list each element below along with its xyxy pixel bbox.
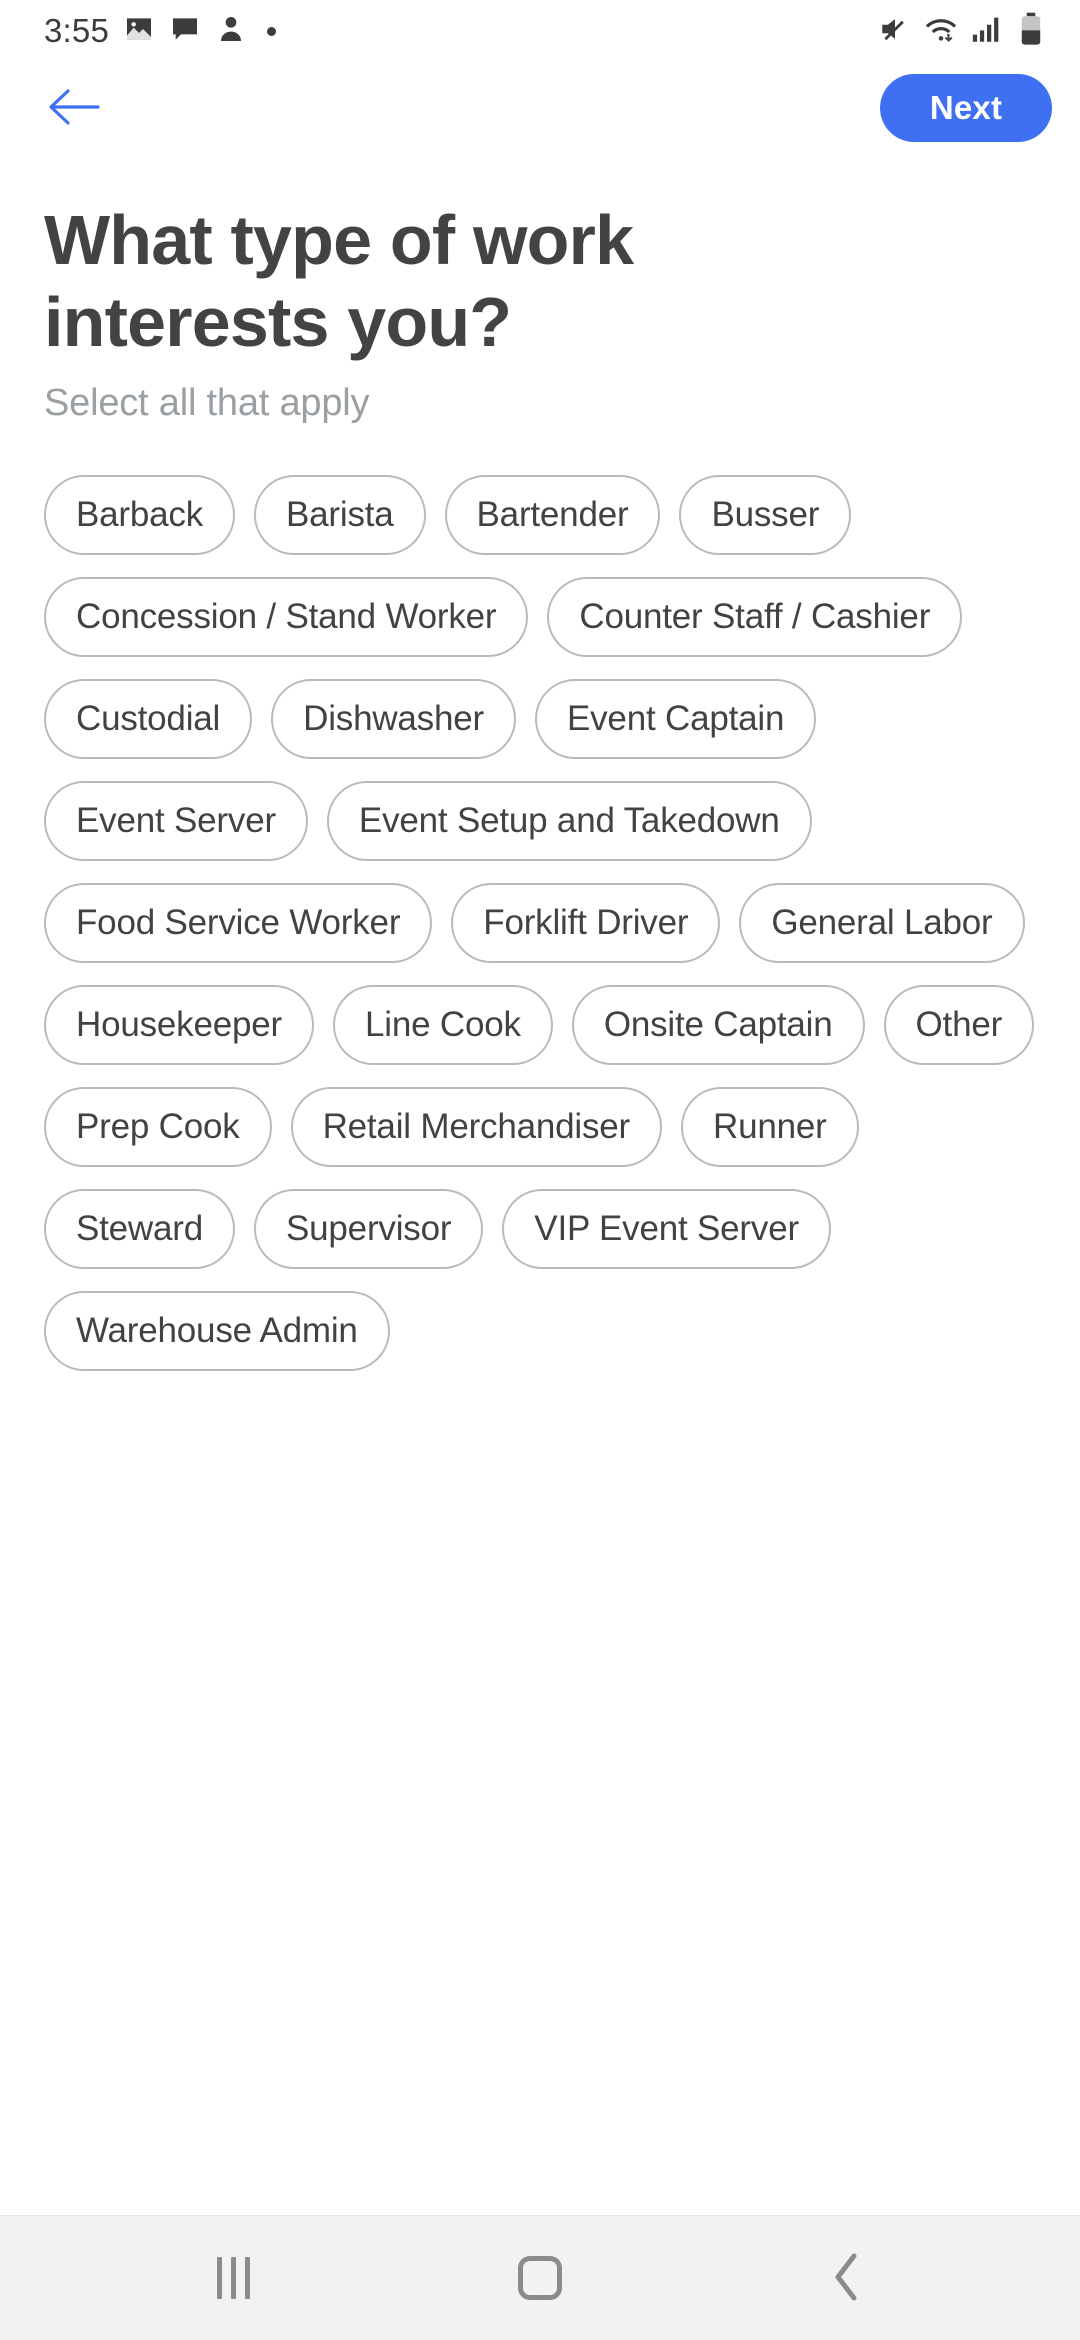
chip-warehouse-admin[interactable]: Warehouse Admin	[44, 1290, 390, 1371]
chip-counter-staff-cashier[interactable]: Counter Staff / Cashier	[547, 576, 963, 657]
chip-food-service-worker[interactable]: Food Service Worker	[44, 882, 433, 963]
wifi-icon	[924, 12, 958, 51]
chip-housekeeper[interactable]: Housekeeper	[44, 984, 314, 1065]
chip-busser[interactable]: Busser	[679, 474, 852, 555]
top-app-bar: Next	[0, 62, 1080, 154]
cellular-signal-icon	[970, 12, 1004, 51]
chip-steward[interactable]: Steward	[44, 1188, 235, 1269]
battery-icon	[1016, 12, 1046, 51]
home-icon	[517, 2256, 562, 2300]
chip-bartender[interactable]: Bartender	[444, 474, 661, 555]
chip-concession-stand-worker[interactable]: Concession / Stand Worker	[44, 576, 529, 657]
recents-button[interactable]	[158, 2228, 308, 2328]
chip-other[interactable]: Other	[883, 984, 1035, 1065]
work-type-chip-group: Barback Barista Bartender Busser Concess…	[44, 474, 1036, 1371]
status-bar-left: 3:55	[44, 12, 277, 50]
chip-line-cook[interactable]: Line Cook	[333, 984, 553, 1065]
home-button[interactable]	[465, 2228, 615, 2328]
chip-barista[interactable]: Barista	[254, 474, 426, 555]
chip-barback[interactable]: Barback	[44, 474, 235, 555]
status-time: 3:55	[44, 12, 110, 49]
content-area: What type of work interests you? Select …	[0, 154, 1080, 2215]
chip-dishwasher[interactable]: Dishwasher	[271, 678, 516, 759]
recents-icon	[216, 2257, 250, 2299]
chip-event-captain[interactable]: Event Captain	[534, 678, 817, 759]
chip-general-labor[interactable]: General Labor	[739, 882, 1025, 963]
status-bar: 3:55	[0, 0, 1080, 62]
chip-event-setup-and-takedown[interactable]: Event Setup and Takedown	[326, 780, 812, 861]
page-subtitle: Select all that apply	[44, 381, 370, 424]
chat-bubble-icon	[169, 13, 201, 50]
chip-onsite-captain[interactable]: Onsite Captain	[571, 984, 865, 1065]
android-navigation-bar	[0, 2215, 1080, 2340]
notification-dot-icon	[267, 26, 277, 36]
chip-prep-cook[interactable]: Prep Cook	[44, 1086, 272, 1167]
chip-vip-event-server[interactable]: VIP Event Server	[502, 1188, 831, 1269]
chip-event-server[interactable]: Event Server	[44, 780, 308, 861]
mute-icon	[878, 12, 912, 51]
back-button[interactable]	[46, 80, 110, 136]
chip-custodial[interactable]: Custodial	[44, 678, 253, 759]
person-icon	[215, 13, 247, 50]
back-chevron-icon	[830, 2252, 864, 2305]
chip-supervisor[interactable]: Supervisor	[254, 1188, 484, 1269]
chip-runner[interactable]: Runner	[681, 1086, 859, 1167]
next-button[interactable]: Next	[880, 74, 1052, 142]
page-title: What type of work interests you?	[44, 201, 634, 361]
back-nav-button[interactable]	[772, 2228, 922, 2328]
chip-retail-merchandiser[interactable]: Retail Merchandiser	[290, 1086, 663, 1167]
arrow-left-icon	[46, 85, 102, 132]
photo-icon	[123, 13, 155, 50]
phone-screen: 3:55 Next What type of work interests yo…	[0, 0, 1080, 2340]
status-bar-right	[878, 12, 1046, 51]
chip-forklift-driver[interactable]: Forklift Driver	[451, 882, 721, 963]
